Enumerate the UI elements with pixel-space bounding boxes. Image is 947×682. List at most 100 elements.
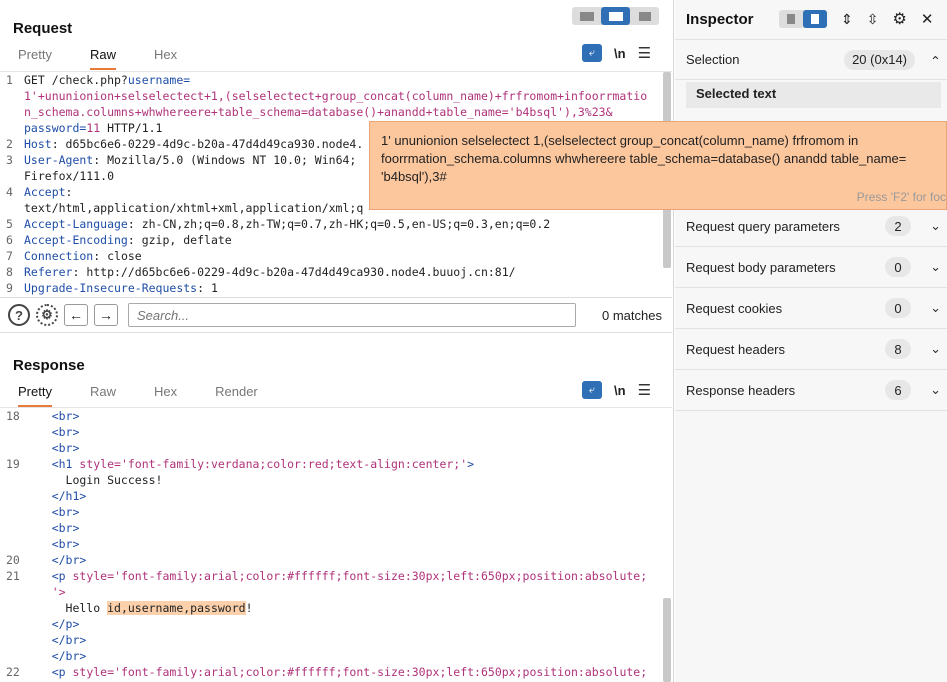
inspector-section-request-headers[interactable]: Request headers 8 ⌄ xyxy=(675,329,947,370)
line-number xyxy=(0,488,24,504)
line-number: 7 xyxy=(6,249,13,263)
chevron-down-icon[interactable]: ⌄ xyxy=(930,259,941,275)
line-code: n_schema.columns+whwhereere+table_schema… xyxy=(24,104,672,120)
response-tools: ⤶ \n ☰ xyxy=(582,381,651,399)
word-wrap-icon[interactable]: ⤶ xyxy=(582,381,602,399)
code-token: : Mozilla/5.0 (Windows NT 10.0; Win64; xyxy=(93,153,357,167)
code-token: style= xyxy=(72,569,115,583)
line-code: </br> xyxy=(24,648,672,664)
search-input[interactable] xyxy=(128,303,576,327)
chevron-down-icon[interactable]: ⌄ xyxy=(930,218,941,234)
chevron-up-icon[interactable]: ⌄ xyxy=(930,52,941,68)
line-code: Accept-Language: zh-CN,zh;q=0.8,zh-TW;q=… xyxy=(24,216,672,232)
line-code: <h1 style='font-family:verdana;color:red… xyxy=(24,456,672,472)
code-line[interactable]: 18 <br> xyxy=(0,408,672,424)
left-pane: Request Pretty Raw Hex ⤶ \n ☰ 1 GET /chec… xyxy=(0,0,674,682)
code-line[interactable]: <br> xyxy=(0,424,672,440)
code-line[interactable]: 20 </br> xyxy=(0,552,672,568)
code-line[interactable]: 1'+ununionion+selselectect+1,(selselecte… xyxy=(0,88,672,104)
close-icon[interactable]: ✕ xyxy=(921,10,934,28)
code-line[interactable]: 6 Accept-Encoding: gzip, deflate xyxy=(0,232,672,248)
selected-text-tooltip: 1' ununionion selselectect 1,(selselecte… xyxy=(369,121,947,210)
line-number: 4 xyxy=(6,185,13,199)
code-token: '> xyxy=(51,585,66,599)
line-code: Login Success! xyxy=(24,472,672,488)
chevron-down-icon[interactable]: ⌄ xyxy=(930,382,941,398)
tab-response-pretty[interactable]: Pretty xyxy=(18,384,52,407)
response-editor[interactable]: 18 <br> <br> <br> 19 <h1 style='font-fami… xyxy=(0,407,672,682)
line-number: 8 xyxy=(6,265,13,279)
code-line[interactable]: </p> xyxy=(0,616,672,632)
code-line[interactable]: 5 Accept-Language: zh-CN,zh;q=0.8,zh-TW;q… xyxy=(0,216,672,232)
tab-request-raw[interactable]: Raw xyxy=(89,47,116,70)
code-token: </h1> xyxy=(51,489,87,503)
code-line[interactable]: </br> xyxy=(0,632,672,648)
menu-icon[interactable]: ☰ xyxy=(638,381,651,399)
inspector-section-request-cookies[interactable]: Request cookies 0 ⌄ xyxy=(675,288,947,329)
tab-response-hex[interactable]: Hex xyxy=(154,384,177,407)
previous-match-button[interactable]: ← xyxy=(64,304,88,326)
code-line[interactable]: <br> xyxy=(0,520,672,536)
help-icon[interactable]: ? xyxy=(8,304,30,326)
code-token: 'font-family:arial;color:#ffffff;font-si… xyxy=(114,569,648,583)
menu-icon[interactable]: ☰ xyxy=(638,44,651,62)
layout-stacked-button[interactable] xyxy=(601,7,630,25)
response-scrollbar[interactable] xyxy=(663,598,671,682)
inspector-section-request-body-parameters[interactable]: Request body parameters 0 ⌄ xyxy=(675,247,947,288)
count-badge: 6 xyxy=(885,380,911,400)
show-newlines-button[interactable]: \n xyxy=(614,46,626,61)
tooltip-text: 1' ununionion selselectect 1,(selselecte… xyxy=(381,133,907,184)
code-line[interactable]: 8 Referer: http://d65bc6e6-0229-4d9c-b20a… xyxy=(0,264,672,280)
line-number xyxy=(0,440,24,456)
code-line[interactable]: 7 Connection: close xyxy=(0,248,672,264)
code-token: <p xyxy=(51,569,73,583)
gear-icon[interactable]: ⚙ xyxy=(36,304,58,326)
code-line[interactable]: 9 Upgrade-Insecure-Requests: 1 xyxy=(0,280,672,296)
code-line[interactable]: <br> xyxy=(0,440,672,456)
code-line[interactable]: n_schema.columns+whwhereere+table_schema… xyxy=(0,104,672,120)
line-number: 6 xyxy=(6,233,13,247)
code-line[interactable]: 19 <h1 style='font-family:verdana;color:… xyxy=(0,456,672,472)
chevron-down-icon[interactable]: ⌄ xyxy=(930,300,941,316)
code-line[interactable]: Login Success! xyxy=(0,472,672,488)
chevron-down-icon[interactable]: ⌄ xyxy=(930,341,941,357)
selection-section[interactable]: Selection 20 (0x14) ⌄ xyxy=(675,39,947,80)
code-token: Login Success! xyxy=(24,473,163,487)
collapse-all-icon[interactable]: ⇳ xyxy=(867,11,879,28)
code-line[interactable]: </h1> xyxy=(0,488,672,504)
layout-single-button[interactable] xyxy=(630,7,659,25)
line-number: 21 xyxy=(6,569,20,583)
section-label: Request query parameters xyxy=(686,218,840,234)
code-line[interactable]: 1 GET /check.php?username= xyxy=(0,72,672,88)
inspector-layout-right-button[interactable] xyxy=(803,10,827,28)
code-line[interactable]: <br> xyxy=(0,536,672,552)
code-token: style= xyxy=(79,457,121,471)
inspector-layout-left-button[interactable] xyxy=(779,10,803,28)
next-match-button[interactable]: → xyxy=(94,304,118,326)
code-line[interactable]: </br> xyxy=(0,648,672,664)
line-code: <br> xyxy=(24,440,672,456)
line-number xyxy=(0,536,24,552)
code-line[interactable]: <br> xyxy=(0,504,672,520)
inspector-section-request-query-parameters[interactable]: Request query parameters 2 ⌄ xyxy=(675,206,947,247)
line-number xyxy=(0,168,24,184)
code-line[interactable]: 21 <p style='font-family:arial;color:#ff… xyxy=(0,568,672,584)
layout-side-by-side-button[interactable] xyxy=(572,7,601,25)
show-newlines-button[interactable]: \n xyxy=(614,383,626,398)
code-line[interactable]: '> xyxy=(0,584,672,600)
code-line[interactable]: 22 <p style='font-family:arial;color:#ff… xyxy=(0,664,672,680)
inspector-section-response-headers[interactable]: Response headers 6 ⌄ xyxy=(675,370,947,411)
settings-gear-icon[interactable]: ⚙ xyxy=(892,9,906,29)
tab-request-pretty[interactable]: Pretty xyxy=(18,47,52,70)
tab-request-hex[interactable]: Hex xyxy=(154,47,177,70)
expand-all-icon[interactable]: ⇕ xyxy=(841,11,853,28)
tab-response-raw[interactable]: Raw xyxy=(90,384,116,407)
word-wrap-icon[interactable]: ⤶ xyxy=(582,44,602,62)
code-line[interactable]: Hello id,username,password! xyxy=(0,600,672,616)
tab-response-render[interactable]: Render xyxy=(215,384,258,407)
